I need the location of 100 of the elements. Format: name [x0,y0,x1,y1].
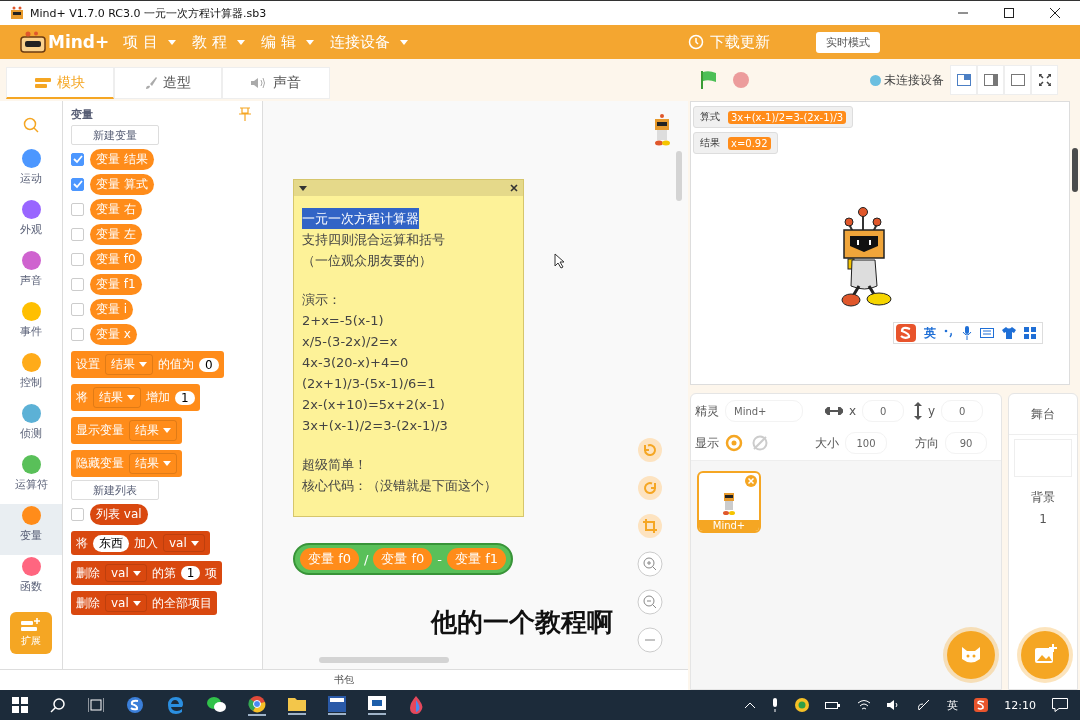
new-list-button[interactable]: 新建列表 [71,480,159,500]
zoom-in-icon[interactable] [637,551,663,577]
close-icon[interactable] [1050,8,1060,18]
code-block[interactable]: 设置 结果 的值为 0 [71,351,224,378]
category-item[interactable]: 声音 [0,249,62,300]
y-field[interactable]: 0 [941,400,984,422]
new-variable-button[interactable]: 新建变量 [71,125,159,145]
grid-icon[interactable] [1024,327,1036,339]
operator-sign: - [437,551,443,567]
app-icon[interactable] [126,696,144,714]
small-stage-button[interactable] [950,65,977,95]
list-block[interactable]: 列表 val [90,503,148,525]
block-dropdown[interactable]: val [163,534,205,552]
browser-icon[interactable] [166,696,184,714]
comment-note[interactable]: 一元一次方程计算器 支持四则混合运算和括号 （一位观众朋友要的） 演示： 2+x=-5(x-1) x/5-(3-2x)/2=x 4x-3(20-x)+4=0 (2x+1)/3-(5x-1)/6=1 2x-(x+10)=5x+2(x-1) 3x+(x-1)/2=3-(2x-1)/3 超级简单！ 核心代码：（没错就是下面这个） [293,179,524,517]
chat-icon[interactable] [206,696,226,714]
block-input[interactable]: 1 [180,566,201,580]
zoom-out-icon[interactable] [637,589,663,615]
category-item[interactable]: 函数 [0,555,62,606]
category-item[interactable]: 事件 [0,300,62,351]
scrollbar[interactable] [676,151,682,201]
windows-start-icon[interactable] [12,697,28,713]
chrome-like-icon[interactable] [248,694,266,716]
drop-icon[interactable] [408,696,424,714]
checkbox[interactable] [71,507,84,521]
input-mode[interactable]: 英 [924,324,936,342]
clock-time[interactable]: 12:10 [1004,698,1036,712]
code-block[interactable]: 将 东西 加入 val [71,531,210,555]
checkbox[interactable] [71,202,84,216]
field-label: x [849,404,857,418]
code-block[interactable]: 删除 val 的第 1 项 [71,561,223,585]
block-input[interactable]: 东西 [93,534,129,552]
normal-stage-button[interactable] [977,65,1004,95]
keyboard-icon[interactable] [980,328,994,338]
category-item[interactable]: 运动 [0,147,62,198]
clock-icon [688,34,704,50]
fullscreen-icon [1038,74,1051,86]
category-item[interactable]: 变量 [0,504,62,555]
block-dropdown[interactable]: val [105,594,147,612]
calculator-like-icon[interactable] [328,695,346,715]
note-text: (2x+1)/3-(5x-1)/6=1 [302,375,437,393]
size-field[interactable]: 100 [845,432,887,454]
large-stage-button[interactable] [1004,65,1031,95]
microphone-icon[interactable] [771,698,780,712]
scrollbar[interactable] [1072,148,1078,192]
checkbox[interactable] [71,302,84,316]
input-language[interactable]: 英 [947,697,959,713]
block-label: 隐藏变量 [76,455,124,472]
checkbox[interactable] [71,177,84,191]
field-label: 大小 [815,434,839,452]
chevron-up-icon[interactable] [745,702,756,708]
block-dropdown[interactable]: val [105,564,147,582]
image-plus-icon [1033,644,1057,666]
code-block[interactable]: 将 结果 增加 1 [71,384,200,411]
direction-field[interactable]: 90 [945,432,987,454]
note-text: 3x+(x-1)/2=3-(2x-1)/3 [302,417,448,435]
x-field[interactable]: 0 [862,400,905,422]
folder-icon[interactable] [288,695,306,715]
task-view-icon[interactable] [88,697,104,713]
tab[interactable]: 声音 [222,67,330,99]
category-item[interactable]: 运算符 [0,453,62,504]
flag-icon[interactable] [700,70,718,90]
window-app-icon[interactable] [368,695,386,715]
code-block[interactable]: 删除 val 的全部项目 [71,591,217,615]
shirt-icon[interactable] [1002,327,1016,339]
block-input[interactable]: 1 [175,390,195,405]
tab[interactable]: 造型 [114,67,222,99]
category-item[interactable]: 侦测 [0,402,62,453]
punctuation-icon[interactable] [944,328,954,338]
mode-button[interactable]: 实时模式 [816,31,880,53]
pen-icon[interactable] [917,698,932,712]
checkbox[interactable] [71,252,84,266]
vertical-arrow-icon [914,402,923,420]
note-text: （一位观众朋友要的） [302,252,433,270]
sprite-name-field[interactable]: Mind+ [725,400,803,422]
notification-icon[interactable] [1052,698,1068,712]
block-input[interactable]: 0 [199,357,219,372]
wifi-icon[interactable] [857,699,872,711]
maximize-icon[interactable] [1004,8,1014,18]
block-label: 将 [76,389,88,406]
checkbox[interactable] [71,152,84,166]
checkbox[interactable] [71,227,84,241]
collapse-icon[interactable] [299,185,307,191]
battery-icon[interactable] [825,700,842,710]
checkbox[interactable] [71,277,84,291]
pointer-icon [554,253,564,269]
category-label: 侦测 [20,426,42,441]
ime-logo-icon[interactable] [974,698,989,712]
scrollbar[interactable] [319,657,449,663]
close-icon[interactable] [510,184,518,192]
monitor-label: 结果 [700,136,720,150]
monitor-label: 算式 [700,110,720,124]
search-icon[interactable] [50,697,66,713]
layout-icon [956,74,971,86]
category-item[interactable]: 外观 [0,198,62,249]
app-tray-icon[interactable] [795,698,810,712]
category-item[interactable]: 控制 [0,351,62,402]
checkbox[interactable] [71,327,84,341]
fullscreen-button[interactable] [1031,65,1058,95]
category-label: 控制 [20,375,42,390]
